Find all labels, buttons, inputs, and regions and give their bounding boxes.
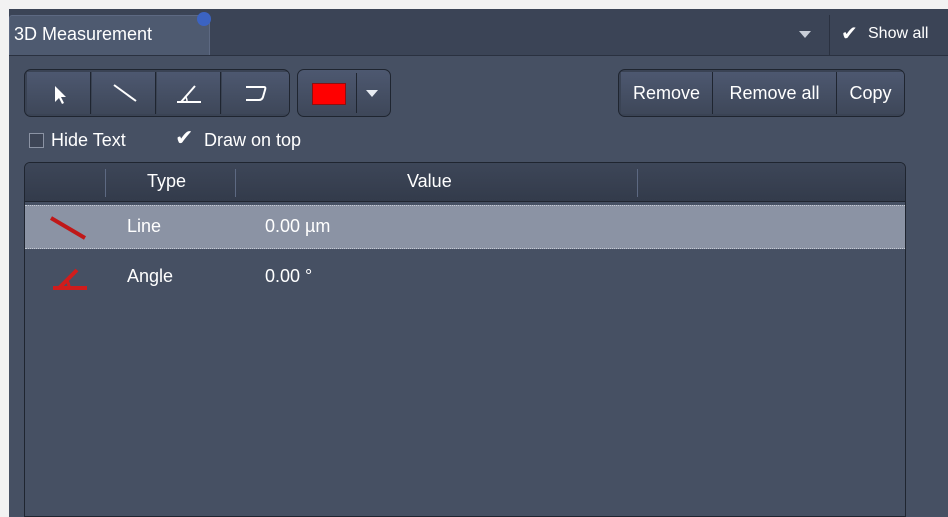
row-type: Angle (127, 266, 174, 286)
pointer-arrow-icon (55, 86, 66, 104)
color-swatch (312, 83, 346, 105)
curve-tool-button[interactable] (222, 72, 289, 114)
header-divider (637, 169, 638, 197)
table-row[interactable]: Angle 0.00 ° (25, 256, 905, 300)
tab-label: 3D Measurement (14, 24, 153, 44)
tab-3d-measurement[interactable]: 3D Measurement (9, 12, 211, 55)
row-type: Line (127, 216, 162, 236)
angle-measure-icon (53, 268, 87, 290)
row-value: 0.00 µm (265, 216, 331, 236)
table-header: Type Value (25, 163, 905, 202)
draw-on-top-check-icon[interactable]: ✔ (175, 125, 193, 151)
measurement-panel: 3D Measurement ✔ Show all Remove Remove … (9, 9, 948, 517)
color-picker-button[interactable] (297, 69, 391, 117)
measurement-table: Type Value Line 0.00 µm Angle 0.00 ° (24, 162, 906, 517)
title-right-controls: ✔ Show all (795, 15, 948, 55)
angle-tool-button[interactable] (157, 72, 221, 114)
panel-menu-dropdown-icon[interactable] (799, 31, 811, 38)
copy-button[interactable]: Copy (837, 72, 904, 114)
color-dropdown-icon[interactable] (366, 90, 378, 97)
pointer-tool-button[interactable] (27, 72, 91, 114)
header-divider (105, 169, 106, 197)
column-header-type[interactable]: Type (147, 171, 186, 192)
tool-button-group (24, 69, 290, 117)
remove-all-button[interactable]: Remove all (713, 72, 837, 114)
show-all-label[interactable]: Show all (868, 25, 928, 43)
remove-button[interactable]: Remove (621, 72, 713, 114)
angle-tool-icon (177, 85, 201, 103)
hide-text-checkbox[interactable] (29, 133, 44, 148)
curve-tool-icon (246, 86, 267, 101)
panel-titlebar: 3D Measurement ✔ Show all (9, 9, 948, 56)
draw-on-top-label: Draw on top (204, 130, 302, 150)
table-row[interactable]: Line 0.00 µm (25, 205, 905, 249)
line-measure-icon (49, 216, 87, 240)
color-divider (356, 73, 357, 113)
line-tool-icon (113, 84, 137, 102)
line-tool-button[interactable] (92, 72, 156, 114)
title-divider (829, 15, 830, 55)
row-value: 0.00 ° (265, 266, 313, 286)
show-all-check-icon[interactable]: ✔ (841, 21, 858, 46)
header-divider (235, 169, 236, 197)
tab-corner-marker-icon (197, 12, 211, 26)
hide-text-label: Hide Text (51, 130, 126, 150)
column-header-value[interactable]: Value (407, 171, 452, 192)
action-button-group: Remove Remove all Copy (618, 69, 905, 117)
